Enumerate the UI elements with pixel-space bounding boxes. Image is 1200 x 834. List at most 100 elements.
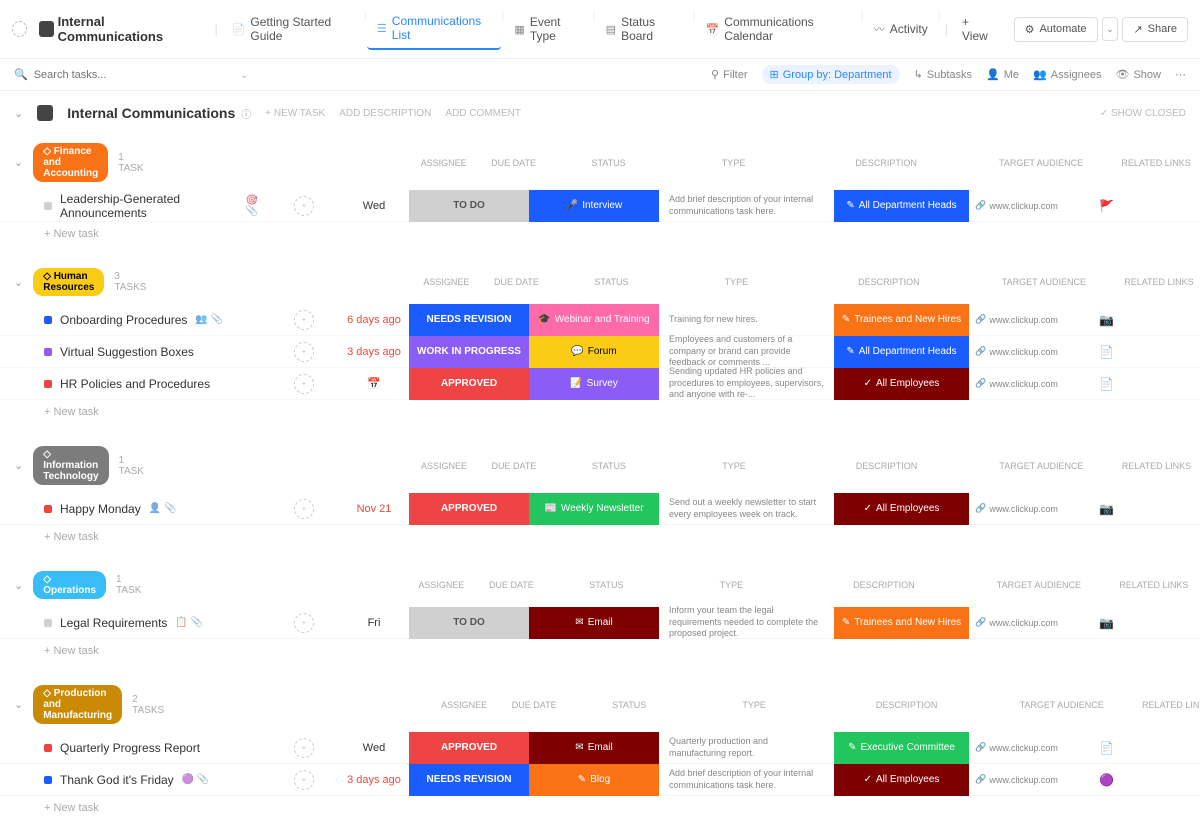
description: Send out a weekly newsletter to start ev… — [659, 497, 834, 520]
list-header: ⌄ Internal Communications ⓘ + NEW TASK A… — [0, 91, 1200, 135]
description: Training for new hires. — [659, 314, 834, 326]
assignee-icon[interactable]: + — [294, 770, 314, 790]
me-button[interactable]: 👤 Me — [986, 68, 1019, 81]
audience-cell[interactable]: ✓All Employees — [834, 493, 969, 525]
tab-communications-calendar[interactable]: 📅Communications Calendar — [696, 8, 861, 50]
assignee-icon[interactable]: + — [294, 310, 314, 330]
new-task-inline[interactable]: + New task — [0, 222, 1200, 246]
related-link[interactable]: 🔗www.clickup.com — [969, 200, 1064, 211]
type-cell[interactable]: 🎤Interview — [529, 190, 659, 222]
search[interactable]: 🔍⌄ — [14, 68, 697, 81]
task-row[interactable]: Happy Monday👤 📎+Nov 21APPROVED📰Weekly Ne… — [0, 493, 1200, 525]
related-file[interactable]: 🟣 — [1064, 773, 1149, 787]
related-file[interactable]: 📄 — [1064, 377, 1149, 391]
type-cell[interactable]: 💬Forum — [529, 336, 659, 368]
due-date: 6 days ago — [339, 314, 409, 326]
task-name: Happy Monday — [60, 502, 141, 516]
group-header[interactable]: ⌄◇ Production and Manufacturing2 TASKSAS… — [0, 677, 1200, 732]
related-link[interactable]: 🔗www.clickup.com — [969, 314, 1064, 325]
show-button[interactable]: 👁 Show — [1116, 68, 1162, 81]
add-view[interactable]: + View — [952, 9, 1006, 49]
type-cell[interactable]: ✉Email — [529, 732, 659, 764]
task-row[interactable]: Thank God it's Friday🟣 📎+3 days agoNEEDS… — [0, 764, 1200, 796]
type-cell[interactable]: 📰Weekly Newsletter — [529, 493, 659, 525]
related-link[interactable]: 🔗www.clickup.com — [969, 378, 1064, 389]
status-cell[interactable]: NEEDS REVISION — [409, 304, 529, 336]
status-cell[interactable]: WORK IN PROGRESS — [409, 336, 529, 368]
group-header[interactable]: ⌄◇ Operations1 TASKASSIGNEEDUE DATESTATU… — [0, 563, 1200, 607]
add-desc-button[interactable]: ADD DESCRIPTION — [339, 108, 431, 119]
assignees-button[interactable]: 👥 Assignees — [1033, 68, 1101, 81]
tab-communications-list[interactable]: ☰Communications List — [367, 8, 501, 50]
task-row[interactable]: Virtual Suggestion Boxes+3 days agoWORK … — [0, 336, 1200, 368]
share-button[interactable]: ↗Share — [1122, 17, 1188, 42]
related-file[interactable]: 📄 — [1064, 345, 1149, 359]
status-cell[interactable]: TO DO — [409, 190, 529, 222]
more-button[interactable]: ⋯ — [1175, 68, 1186, 81]
related-file[interactable]: 📷 — [1064, 313, 1149, 327]
group-header[interactable]: ⌄◇ Information Technology1 TASKASSIGNEED… — [0, 438, 1200, 493]
tab-activity[interactable]: 〰Activity — [864, 8, 938, 50]
new-task-inline[interactable]: + New task — [0, 796, 1200, 820]
group-header[interactable]: ⌄◇ Human Resources3 TASKSASSIGNEEDUE DAT… — [0, 260, 1200, 304]
status-cell[interactable]: NEEDS REVISION — [409, 764, 529, 796]
subtasks-button[interactable]: ↳ Subtasks — [914, 68, 972, 81]
new-task-inline[interactable]: + New task — [0, 525, 1200, 549]
audience-cell[interactable]: ✓All Employees — [834, 368, 969, 400]
related-link[interactable]: 🔗www.clickup.com — [969, 774, 1064, 785]
audience-cell[interactable]: ✎Trainees and New Hires — [834, 304, 969, 336]
status-cell[interactable]: APPROVED — [409, 368, 529, 400]
tab-getting-started-guide[interactable]: 📄Getting Started Guide — [222, 8, 364, 50]
related-link[interactable]: 🔗www.clickup.com — [969, 346, 1064, 357]
type-cell[interactable]: ✎Blog — [529, 764, 659, 796]
add-comment-button[interactable]: ADD COMMENT — [445, 108, 521, 119]
new-task-inline[interactable]: + New task — [0, 639, 1200, 663]
automate-button[interactable]: ⚙Automate — [1014, 17, 1098, 42]
automate-chevron[interactable]: ⌄ — [1102, 17, 1119, 41]
related-file[interactable]: 📄 — [1064, 741, 1149, 755]
type-cell[interactable]: 📝Survey — [529, 368, 659, 400]
audience-cell[interactable]: ✎Executive Committee — [834, 732, 969, 764]
task-row[interactable]: Quarterly Progress Report+WedAPPROVED✉Em… — [0, 732, 1200, 764]
description: Add brief description of your internal c… — [659, 768, 834, 791]
description: Sending updated HR policies and procedur… — [659, 366, 834, 401]
task-name: HR Policies and Procedures — [60, 377, 210, 391]
related-file[interactable]: 🚩 — [1064, 199, 1149, 213]
top-bar: Internal Communications | 📄Getting Start… — [0, 0, 1200, 59]
show-closed-button[interactable]: ✓ SHOW CLOSED — [1100, 108, 1186, 119]
groupby-button[interactable]: ⊞ Group by: Department — [762, 65, 900, 84]
status-cell[interactable]: APPROVED — [409, 493, 529, 525]
group-header[interactable]: ⌄◇ Finance and Accounting1 TASKASSIGNEED… — [0, 135, 1200, 190]
new-task-inline[interactable]: + New task — [0, 400, 1200, 424]
tab-event-type[interactable]: ▦Event Type — [504, 8, 592, 50]
assignee-icon[interactable]: + — [294, 196, 314, 216]
tab-status-board[interactable]: ▤Status Board — [596, 8, 693, 50]
task-name: Thank God it's Friday — [60, 773, 174, 787]
due-date: Nov 21 — [339, 503, 409, 515]
due-date: 3 days ago — [339, 774, 409, 786]
audience-cell[interactable]: ✎All Department Heads — [834, 190, 969, 222]
audience-cell[interactable]: ✓All Employees — [834, 764, 969, 796]
assignee-icon[interactable]: + — [294, 499, 314, 519]
status-cell[interactable]: APPROVED — [409, 732, 529, 764]
new-task-button[interactable]: + NEW TASK — [265, 108, 325, 119]
related-link[interactable]: 🔗www.clickup.com — [969, 503, 1064, 514]
assignee-icon[interactable]: + — [294, 374, 314, 394]
due-date: Wed — [339, 200, 409, 212]
task-row[interactable]: Leadership-Generated Announcements🎯 📎+We… — [0, 190, 1200, 222]
related-file[interactable]: 📷 — [1064, 502, 1149, 516]
search-input[interactable] — [34, 69, 154, 81]
task-row[interactable]: HR Policies and Procedures + 📅APPROVED📝Sur… — [0, 368, 1200, 400]
due-date: 📅 — [339, 377, 409, 390]
collapse-icon[interactable]: ⌄ — [14, 107, 23, 120]
related-link[interactable]: 🔗www.clickup.com — [969, 742, 1064, 753]
assignee-icon[interactable]: + — [294, 738, 314, 758]
filter-button[interactable]: ⚲ Filter — [711, 68, 748, 81]
task-row[interactable]: Legal Requirements📋 📎+FriTO DO✉EmailInfo… — [0, 607, 1200, 639]
description: Employees and customers of a company or … — [659, 334, 834, 369]
assignee-icon[interactable]: + — [294, 342, 314, 362]
task-row[interactable]: Onboarding Procedures👥 📎+6 days agoNEEDS… — [0, 304, 1200, 336]
audience-cell[interactable]: ✎All Department Heads — [834, 336, 969, 368]
due-date: 3 days ago — [339, 346, 409, 358]
type-cell[interactable]: 🎓Webinar and Training — [529, 304, 659, 336]
